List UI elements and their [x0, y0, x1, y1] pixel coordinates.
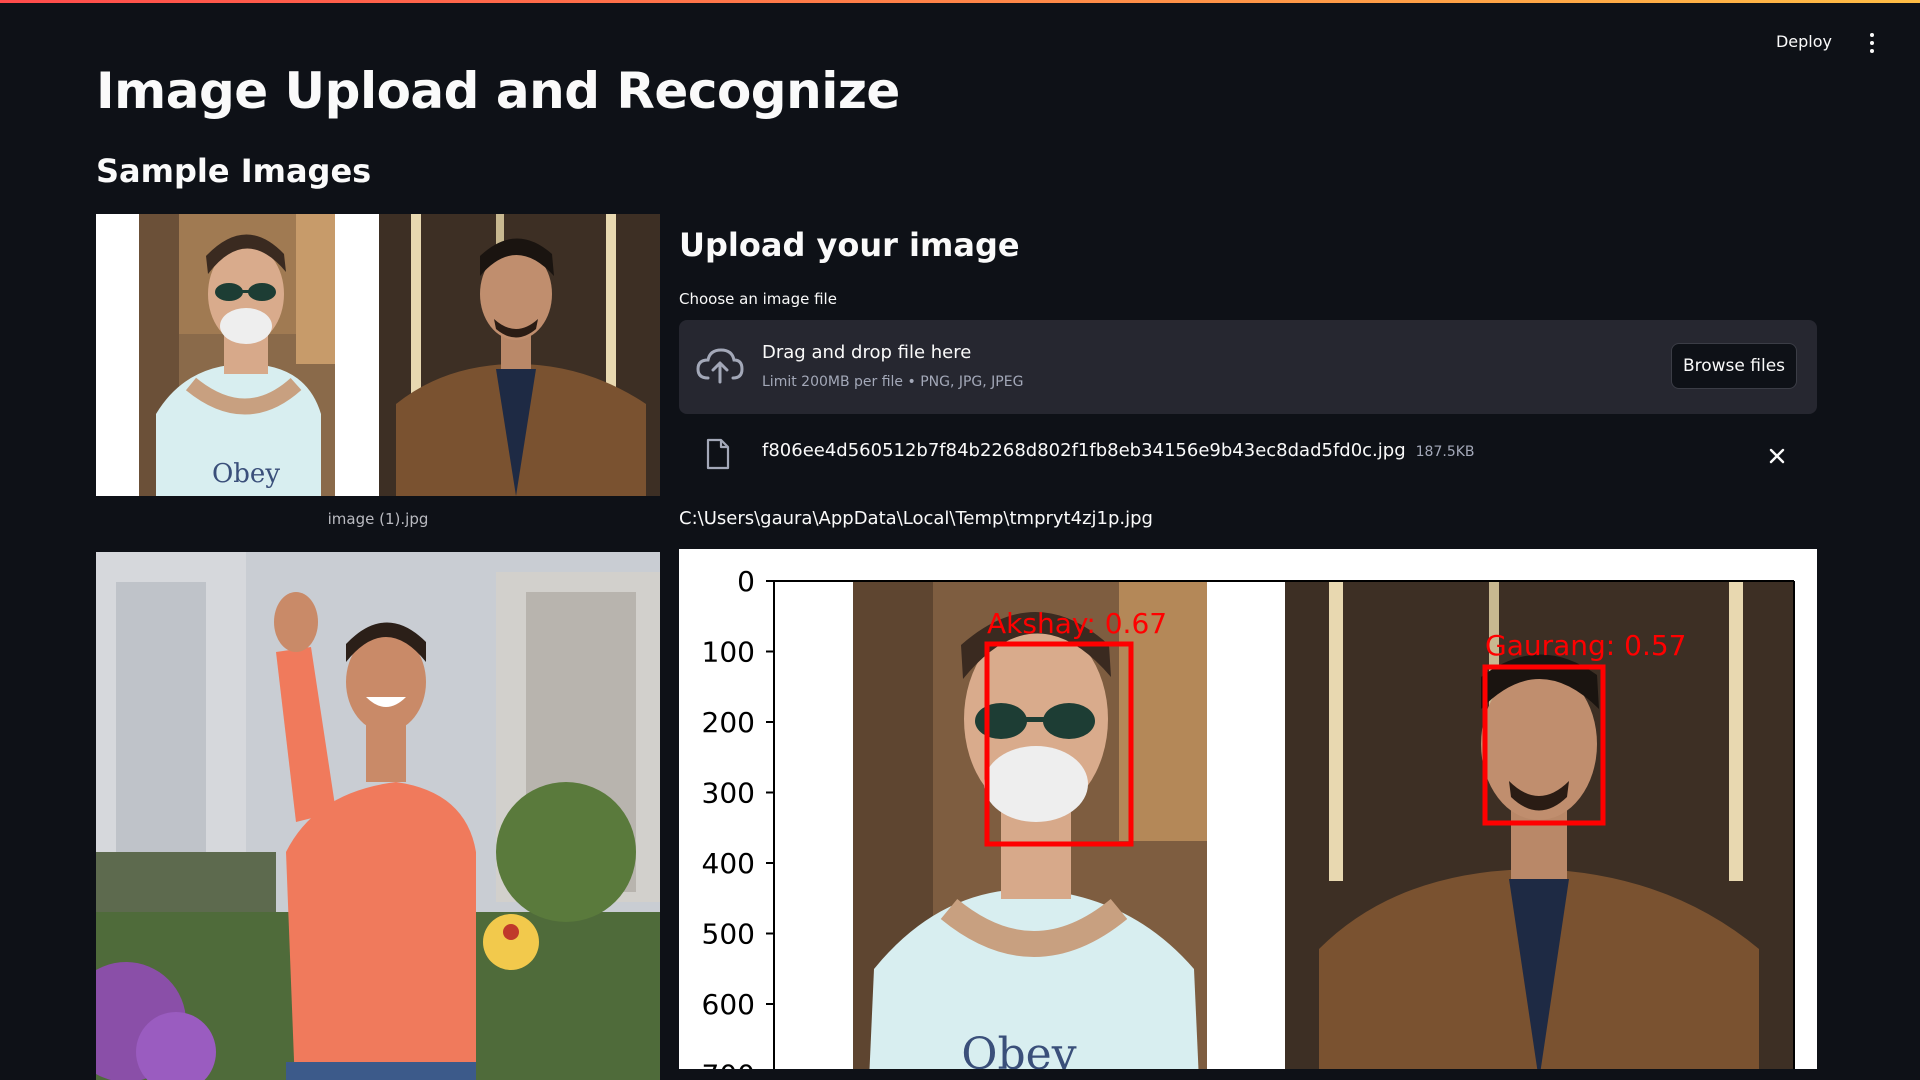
- main-menu-icon[interactable]: [1860, 28, 1884, 58]
- y-tick-label: 0: [737, 565, 755, 598]
- y-tick-label: 100: [702, 636, 755, 669]
- y-tick-label: 700: [702, 1059, 755, 1070]
- drop-instructions: Drag and drop file here: [762, 342, 972, 363]
- sample-image-1-caption: image (1).jpg: [327, 510, 429, 528]
- shirt-logo-text: Obey: [212, 459, 280, 489]
- upload-column: Upload your image Choose an image file D…: [679, 214, 1817, 1069]
- y-tick-label: 600: [702, 988, 755, 1021]
- temp-file-path: C:\Users\gaura\AppData\Local\Temp\tmpryt…: [679, 508, 1153, 529]
- sample-images-heading: Sample Images: [96, 152, 372, 190]
- y-tick-label: 200: [702, 706, 755, 739]
- sample-images-column: Obey image (1).jpg: [96, 214, 660, 1080]
- remove-file-button[interactable]: [1763, 442, 1791, 470]
- recognition-result-plot: Obey Akshay: 0.67 Gaurang: 0.57 0 100 20…: [679, 549, 1817, 1069]
- uploaded-file-size: 187.5KB: [1415, 444, 1475, 460]
- file-uploader-label: Choose an image file: [679, 290, 837, 308]
- sample-image-1: Obey: [96, 214, 660, 496]
- file-dropzone[interactable]: Drag and drop file here Limit 200MB per …: [679, 320, 1817, 414]
- y-tick-label: 300: [702, 777, 755, 810]
- shirt-logo-text: Obey: [961, 1029, 1076, 1069]
- close-icon: [1769, 448, 1785, 464]
- y-tick-label: 400: [702, 847, 755, 880]
- browse-files-button[interactable]: Browse files: [1671, 343, 1797, 389]
- app-header: Deploy: [1520, 0, 1920, 86]
- cloud-upload-icon: [696, 348, 744, 384]
- uploaded-file-name: f806ee4d560512b7f84b2268d802f1fb8eb34156…: [762, 440, 1406, 461]
- upload-limit-text: Limit 200MB per file • PNG, JPG, JPEG: [762, 374, 1024, 390]
- sample-image-2: [96, 552, 660, 1080]
- file-icon: [706, 438, 730, 470]
- page-title: Image Upload and Recognize: [96, 62, 900, 120]
- y-tick-label: 500: [702, 918, 755, 951]
- uploaded-file-row: f806ee4d560512b7f84b2268d802f1fb8eb34156…: [679, 418, 1817, 492]
- deploy-button[interactable]: Deploy: [1770, 28, 1838, 55]
- detection-label-2: Gaurang: 0.57: [1485, 629, 1686, 662]
- upload-heading: Upload your image: [679, 226, 1020, 264]
- detection-label-1: Akshay: 0.67: [987, 607, 1167, 640]
